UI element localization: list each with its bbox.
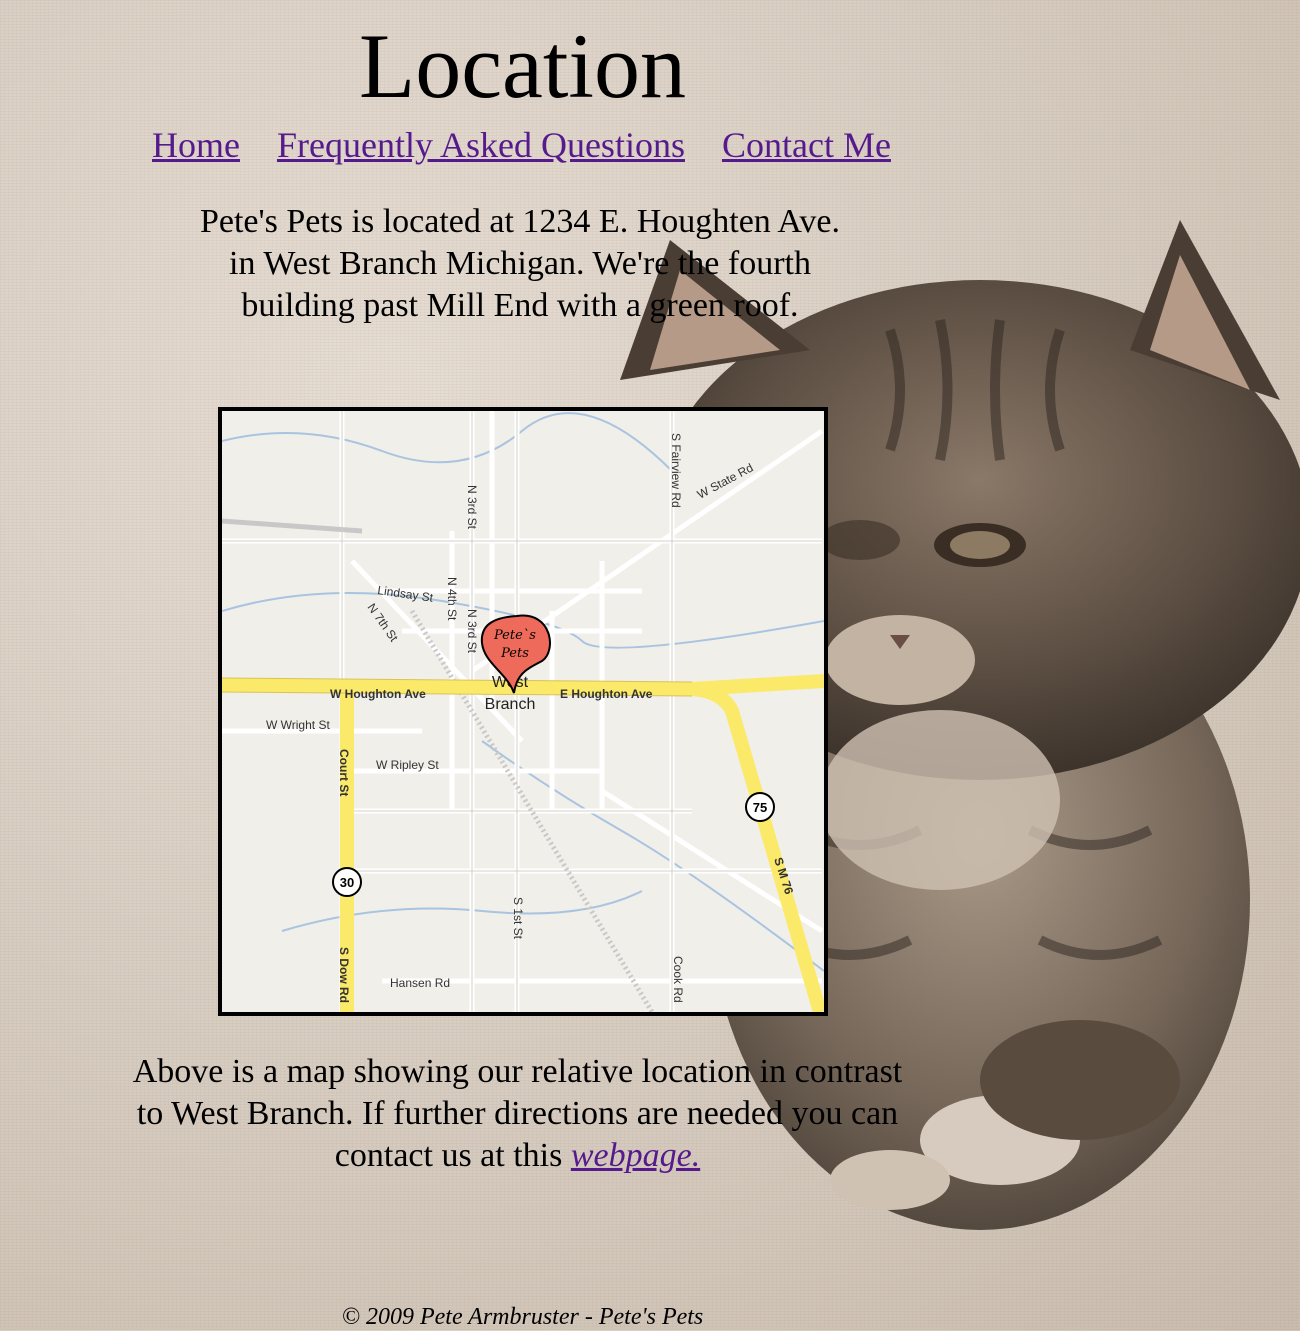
- marker-label: Pets: [500, 646, 529, 661]
- intro-line: in West Branch Michigan. We're the fourt…: [229, 245, 811, 282]
- directions-paragraph: Above is a map showing our relative loca…: [100, 1051, 935, 1177]
- street-label: N 3rd St: [465, 609, 479, 654]
- town-label: Branch: [485, 696, 536, 713]
- svg-text:75: 75: [753, 800, 767, 815]
- main-nav: Home Frequently Asked Questions Contact …: [152, 124, 919, 166]
- outro-prefix: contact us at this: [334, 1137, 571, 1174]
- outro-line: contact us at this webpage.: [100, 1135, 935, 1177]
- street-label: W Houghton Ave: [330, 687, 426, 701]
- street-label: Lindsay St: [377, 583, 435, 605]
- street-label: E Houghton Ave: [560, 687, 653, 701]
- intro-line: building past Mill End with a green roof…: [241, 287, 799, 324]
- street-label: W Wright St: [266, 718, 330, 732]
- street-label: Hansen Rd: [390, 976, 450, 990]
- street-label: S Dow Rd: [337, 947, 351, 1003]
- nav-link-contact[interactable]: Contact Me: [722, 125, 891, 165]
- route-30-shield: 30: [332, 867, 362, 897]
- outro-line: Above is a map showing our relative loca…: [132, 1053, 903, 1090]
- marker-label: Pete`s: [493, 628, 536, 643]
- contact-webpage-link[interactable]: webpage.: [571, 1137, 700, 1174]
- street-label: Cook Rd: [671, 956, 685, 1003]
- street-label: N 3rd St: [465, 485, 479, 530]
- outro-line: to West Branch. If further directions ar…: [136, 1095, 899, 1132]
- street-label: Court St: [337, 749, 351, 796]
- street-label: S 1st St: [511, 897, 525, 940]
- svg-text:30: 30: [340, 875, 354, 890]
- nav-link-home[interactable]: Home: [152, 125, 240, 165]
- street-label: N 4th St: [445, 577, 459, 621]
- nav-link-faq[interactable]: Frequently Asked Questions: [277, 125, 685, 165]
- street-label: W Ripley St: [376, 758, 439, 772]
- route-75-shield: 75: [745, 792, 775, 822]
- intro-paragraph: Pete's Pets is located at 1234 E. Hought…: [170, 201, 870, 327]
- location-map: W Houghton Ave E Houghton Ave Lindsay St…: [218, 407, 828, 1016]
- intro-line: Pete's Pets is located at 1234 E. Hought…: [199, 203, 841, 240]
- page-title: Location: [359, 15, 686, 117]
- street-label: S Fairview Rd: [669, 433, 683, 508]
- footer-copyright: © 2009 Pete Armbruster - Pete's Pets: [341, 1304, 704, 1330]
